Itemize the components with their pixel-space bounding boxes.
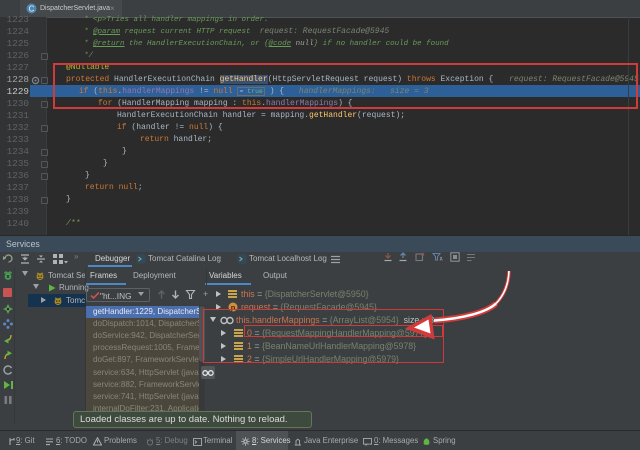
svg-text:C: C <box>29 5 35 14</box>
